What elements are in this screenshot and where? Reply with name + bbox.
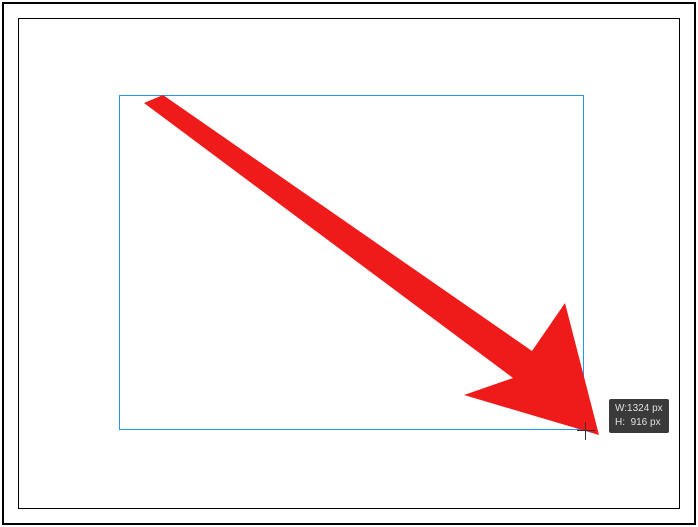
screenshot-frame: W:1324 px H: 916 px	[2, 2, 696, 525]
dimension-tooltip: W:1324 px H: 916 px	[609, 399, 669, 433]
rectangle-shape-outline[interactable]	[119, 95, 584, 430]
canvas-area[interactable]: W:1324 px H: 916 px	[18, 18, 680, 509]
height-label: H:	[615, 417, 625, 428]
width-value: 1324 px	[627, 403, 663, 414]
width-label: W:	[615, 403, 627, 414]
height-value: 916 px	[631, 417, 661, 428]
